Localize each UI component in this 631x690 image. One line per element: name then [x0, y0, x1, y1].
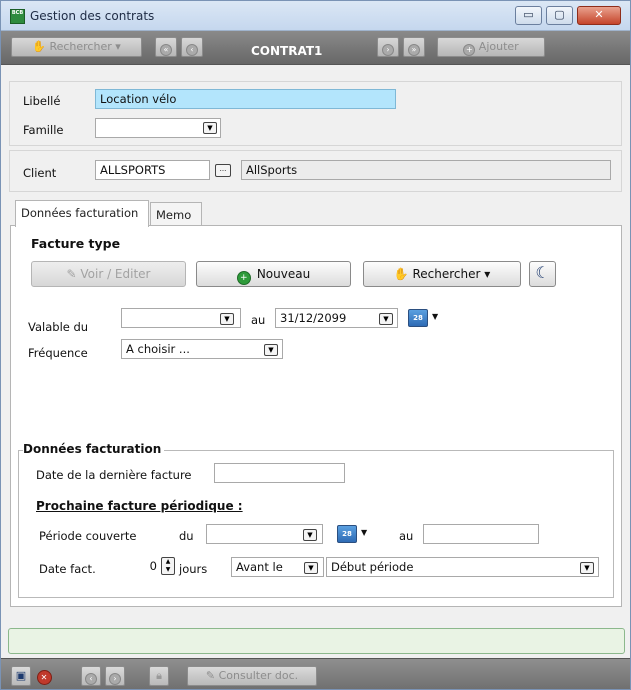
undo-icon: ‹ — [85, 673, 97, 685]
last-record-icon: » — [408, 44, 420, 56]
chevron-down-icon: ▾ — [111, 40, 121, 53]
last-invoice-label: Date de la dernière facture — [36, 468, 192, 482]
search-button[interactable]: ✋ Rechercher ▾ — [363, 261, 521, 287]
new-label: Nouveau — [256, 267, 311, 281]
calendar-icon[interactable]: 28 — [408, 309, 428, 327]
status-bar — [8, 628, 625, 654]
add-icon: + — [236, 271, 251, 285]
search-tool-icon: ✋ — [393, 267, 413, 281]
add-label: Ajouter — [478, 40, 519, 53]
view-edit-button[interactable]: ✎ Voir / Editer — [31, 261, 186, 287]
previous-record-icon: ‹ — [186, 44, 198, 56]
frequence-label: Fréquence — [28, 346, 88, 360]
days-label: jours — [179, 562, 208, 576]
period-label: Période couverte — [39, 529, 137, 543]
days-spinner[interactable]: ▲ ▼ — [161, 557, 175, 575]
au-label: au — [251, 313, 266, 327]
save-icon[interactable]: ▣ — [11, 666, 31, 686]
delete-button[interactable]: ✕ — [34, 666, 54, 686]
chevron-down-icon[interactable]: ▼ — [304, 562, 318, 574]
record-toolbar: ✋ Rechercher ▾ « ‹ CONTRAT1 › » + Ajoute… — [1, 31, 630, 65]
client-label: Client — [23, 166, 57, 180]
chevron-down-icon[interactable]: ▼ — [580, 562, 594, 574]
libelle-input[interactable]: Location vélo — [95, 89, 396, 109]
reference-select[interactable]: Début période — [326, 557, 599, 577]
client-code-input[interactable]: ALLSPORTS — [95, 160, 210, 180]
add-button[interactable]: + Ajouter — [437, 37, 545, 57]
next-record-button[interactable]: › — [377, 37, 399, 57]
calendar-icon[interactable]: 28 — [337, 525, 357, 543]
du-label: du — [179, 529, 194, 543]
libelle-label: Libellé — [23, 94, 61, 108]
famille-label: Famille — [23, 123, 64, 137]
pencil-icon: ✎ — [205, 669, 219, 682]
minimize-button[interactable]: ▭ — [515, 6, 542, 25]
chevron-down-icon[interactable]: ▼ — [203, 122, 217, 134]
tab-donnees-facturation[interactable]: Données facturation — [15, 200, 149, 227]
date-fact-label: Date fact. — [39, 562, 96, 576]
view-edit-label: Voir / Editer — [80, 267, 151, 281]
chevron-down-icon[interactable]: ▼ — [432, 312, 438, 321]
days-input[interactable]: 0 — [128, 557, 160, 577]
period-au-input[interactable] — [423, 524, 539, 544]
redo-icon: › — [109, 673, 121, 685]
first-record-icon: « — [160, 44, 172, 56]
window-title: Gestion des contrats — [30, 9, 155, 23]
contract-window: BCB Gestion des contrats ▭ ▢ ✕ ✋ Recherc… — [0, 0, 631, 690]
last-invoice-input[interactable] — [214, 463, 345, 483]
redo-button[interactable]: › — [105, 666, 125, 686]
app-logo-icon: BCB — [10, 9, 25, 24]
chevron-down-icon: ▾ — [480, 267, 491, 281]
toolbar-search-button[interactable]: ✋ Rechercher ▾ — [11, 37, 142, 57]
search-label: Rechercher — [412, 267, 481, 281]
client-browse-button[interactable]: ... — [215, 164, 231, 177]
valable-du-label: Valable du — [28, 320, 89, 334]
undo-button[interactable]: ‹ — [81, 666, 101, 686]
record-title: CONTRAT1 — [251, 44, 323, 58]
search-tool-icon: ✋ — [32, 40, 50, 53]
next-record-icon: › — [382, 44, 394, 56]
add-icon: + — [463, 44, 476, 56]
chevron-down-icon[interactable]: ▼ — [220, 313, 234, 325]
moon-icon[interactable]: ☾ — [529, 261, 556, 287]
previous-record-button[interactable]: ‹ — [181, 37, 203, 57]
new-button[interactable]: + Nouveau — [196, 261, 351, 287]
chevron-down-icon[interactable]: ▼ — [264, 344, 278, 356]
toolbar-search-label: Rechercher — [49, 40, 112, 53]
consult-doc-label: Consulter doc. — [218, 669, 299, 682]
maximize-button[interactable]: ▢ — [546, 6, 573, 25]
chevron-down-icon[interactable]: ▼ — [361, 528, 367, 537]
frequence-select[interactable]: A choisir ... — [121, 339, 283, 359]
delete-icon: ✕ — [36, 670, 52, 685]
close-button[interactable]: ✕ — [577, 6, 621, 25]
bottom-toolbar: ▣ ✕ ‹ › 🔒︎ ✎ Consulter doc. — [1, 658, 630, 689]
first-record-button[interactable]: « — [155, 37, 177, 57]
next-invoice-heading: Prochaine facture périodique : — [36, 499, 243, 513]
tab-memo[interactable]: Memo — [150, 202, 202, 225]
last-record-button[interactable]: » — [403, 37, 425, 57]
lock-icon[interactable]: 🔒︎ — [149, 666, 169, 686]
pencil-icon: ✎ — [66, 267, 81, 281]
facture-type-heading: Facture type — [31, 236, 121, 251]
period-au-label: au — [399, 529, 414, 543]
chevron-down-icon[interactable]: ▼ — [379, 313, 393, 325]
billing-group-title: Données facturation — [23, 442, 165, 456]
client-name-field: AllSports — [241, 160, 611, 180]
consult-doc-button[interactable]: ✎ Consulter doc. — [187, 666, 317, 686]
chevron-down-icon[interactable]: ▼ — [303, 529, 317, 541]
title-bar: BCB Gestion des contrats ▭ ▢ ✕ — [1, 1, 630, 31]
